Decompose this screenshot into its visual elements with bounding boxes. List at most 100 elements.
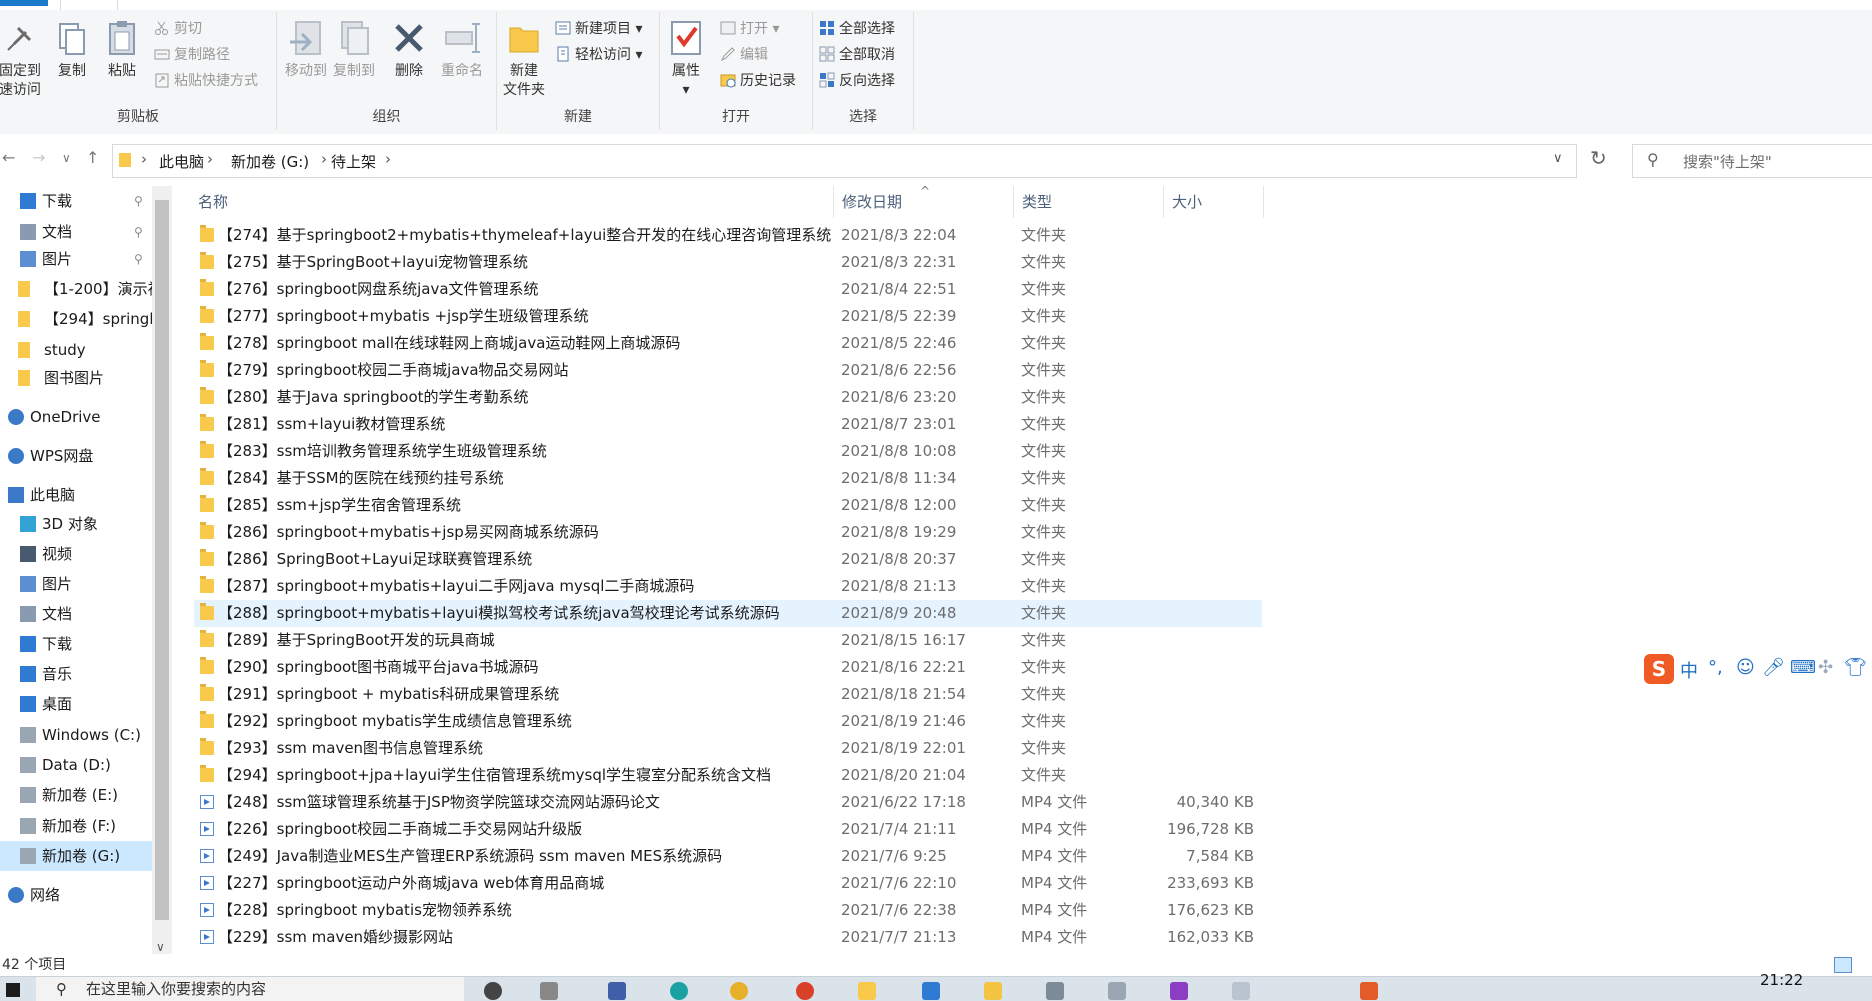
file-explorer-icon[interactable] <box>858 982 876 1000</box>
nav-item[interactable]: 视频 <box>0 539 152 569</box>
folder-row[interactable]: 【286】springboot+mybatis+jsp易买网商城系统源码 2021… <box>194 519 1262 546</box>
folder-row[interactable]: 【279】springboot校园二手商城java物品交易网站 2021/8/6 … <box>194 357 1262 384</box>
nav-item[interactable]: Data (D:) <box>0 750 152 780</box>
nav-item[interactable]: 新加卷 (F:) <box>0 811 152 841</box>
search-input[interactable]: 搜索"待上架" <box>1683 151 1772 172</box>
folder-row[interactable]: 【277】springboot+mybatis +jsp学生班级管理系统 2021… <box>194 303 1262 330</box>
paste-button[interactable]: 粘贴 <box>102 18 142 81</box>
back-arrow-icon[interactable]: ← <box>2 148 15 167</box>
search-box[interactable]: ⚲ 搜索"待上架" <box>1632 144 1872 178</box>
nav-item[interactable]: Windows (C:) <box>0 720 152 750</box>
rename-button[interactable]: 重命名 <box>437 18 487 81</box>
copy-path-button[interactable]: 复制路径 <box>154 44 230 66</box>
nav-scrollbar-thumb[interactable] <box>155 200 169 920</box>
nav-item[interactable]: 文档 <box>0 599 152 629</box>
nav-item[interactable]: 桌面 <box>0 689 152 719</box>
breadcrumb-current-folder[interactable]: 待上架 <box>331 151 376 172</box>
column-header-type[interactable]: 类型 <box>1014 186 1164 218</box>
nav-item[interactable]: study <box>0 335 152 365</box>
move-to-button[interactable]: 移动到 <box>283 18 329 81</box>
nav-item[interactable]: 图片 ⚲ <box>0 244 152 274</box>
folder-row[interactable]: 【294】springboot+jpa+layui学生住宿管理系统mysql学生… <box>194 762 1262 789</box>
file-row[interactable]: 【227】springboot运动户外商城java web体育用品商城 2021/… <box>194 870 1262 897</box>
copy-to-button[interactable]: 复制到 <box>331 18 377 81</box>
refresh-icon[interactable]: ↻ <box>1590 146 1607 170</box>
file-row[interactable]: 【226】springboot校园二手商城二手交易网站升级版 2021/7/4 2… <box>194 816 1262 843</box>
folder-row[interactable]: 【289】基于SpringBoot开发的玩具商城 2021/8/15 16:17 文… <box>194 627 1262 654</box>
home-tab[interactable] <box>60 0 118 10</box>
nav-item[interactable]: 【294】springb <box>0 304 152 334</box>
file-row[interactable]: 【229】ssm maven婚纱摄影网站 2021/7/7 21:13 MP4 文件… <box>194 924 1262 951</box>
edit-button[interactable]: 编辑 <box>720 44 768 66</box>
nav-item[interactable]: 此电脑 <box>0 480 152 510</box>
pin-quick-access-button[interactable]: 固定到 速访问 <box>0 18 46 100</box>
folder-row[interactable]: 【290】springboot图书商城平台java书城源码 2021/8/16 2… <box>194 654 1262 681</box>
column-header-size[interactable]: 大小 <box>1164 186 1264 218</box>
nav-item[interactable]: 【1-200】演示视 <box>0 274 152 304</box>
nav-item[interactable]: 下载 <box>0 629 152 659</box>
open-button[interactable]: 打开 ▾ <box>720 18 779 40</box>
up-arrow-icon[interactable]: ↑ <box>86 148 99 167</box>
folder-row[interactable]: 【286】SpringBoot+Layui足球联赛管理系统 2021/8/8 20… <box>194 546 1262 573</box>
nav-item[interactable]: OneDrive <box>0 402 152 432</box>
address-bar[interactable]: › 此电脑 › 新加卷 (G:) › 待上架 › ∨ <box>112 144 1577 178</box>
taskbar-app-icon[interactable] <box>540 982 558 1000</box>
taskbar-app-icon[interactable] <box>1170 982 1188 1000</box>
nav-item[interactable]: 图书图片 <box>0 363 152 393</box>
ime-mode-label[interactable]: 中 <box>1680 657 1698 683</box>
taskbar-app-icon[interactable] <box>1360 982 1378 1000</box>
select-all-button[interactable]: 全部选择 <box>819 18 895 40</box>
nav-item[interactable]: 下载 ⚲ <box>0 186 152 216</box>
column-header-name[interactable]: 名称 <box>190 186 834 218</box>
folder-row[interactable]: 【274】基于springboot2+mybatis+thymeleaf+lay… <box>194 222 1262 249</box>
nav-item[interactable]: 文档 ⚲ <box>0 217 152 247</box>
file-row[interactable]: 【228】springboot mybatis宠物领养系统 2021/7/6 22… <box>194 897 1262 924</box>
folder-row[interactable]: 【276】springboot网盘系统java文件管理系统 2021/8/4 22… <box>194 276 1262 303</box>
ime-punctuation-label[interactable]: °, <box>1708 657 1723 678</box>
folder-row[interactable]: 【284】基于SSM的医院在线预约挂号系统 2021/8/8 11:34 文件夹 <box>194 465 1262 492</box>
toolbox-icon[interactable]: ✣ <box>1818 657 1833 678</box>
nav-item[interactable]: 新加卷 (G:) <box>0 841 152 871</box>
taskbar-app-icon[interactable] <box>1232 982 1250 1000</box>
taskbar-clock[interactable]: 21:22 <box>1760 971 1803 989</box>
nav-item[interactable]: 图片 <box>0 569 152 599</box>
folder-row[interactable]: 【291】springboot + mybatis科研成果管理系统 2021/8/… <box>194 681 1262 708</box>
folder-row[interactable]: 【275】基于SpringBoot+layui宠物管理系统 2021/8/3 22… <box>194 249 1262 276</box>
sogou-logo-icon[interactable]: S <box>1644 654 1674 684</box>
select-none-button[interactable]: 全部取消 <box>819 44 895 66</box>
history-button[interactable]: 历史记录 <box>720 70 796 92</box>
file-row[interactable]: 【248】ssm篮球管理系统基于JSP物资学院篮球交流网站源码论文 2021/6/… <box>194 789 1262 816</box>
folder-row[interactable]: 【287】springboot+mybatis+layui二手网java mys… <box>194 573 1262 600</box>
taskbar-app-icon[interactable] <box>922 982 940 1000</box>
folder-row[interactable]: 【281】ssm+layui教材管理系统 2021/8/7 23:01 文件夹 <box>194 411 1262 438</box>
folder-row[interactable]: 【292】springboot mybatis学生成绩信息管理系统 2021/8/… <box>194 708 1262 735</box>
folder-row[interactable]: 【283】ssm培训教务管理系统学生班级管理系统 2021/8/8 10:08 文件… <box>194 438 1262 465</box>
breadcrumb-this-pc[interactable]: 此电脑 <box>159 151 204 172</box>
properties-button[interactable]: 属性 ▾ <box>666 18 706 100</box>
taskbar-search-box[interactable]: ⚲ 在这里输入你要搜索的内容 <box>36 977 464 1001</box>
new-item-button[interactable]: 新建项目 ▾ <box>555 18 642 40</box>
taskbar-app-icon[interactable] <box>984 982 1002 1000</box>
file-tab[interactable] <box>0 0 48 6</box>
nav-item[interactable]: 新加卷 (E:) <box>0 780 152 810</box>
nav-item[interactable]: 网络 <box>0 880 152 910</box>
folder-row[interactable]: 【280】基于Java springboot的学生考勤系统 2021/8/6 23… <box>194 384 1262 411</box>
task-view-icon[interactable] <box>484 982 502 1000</box>
details-view-icon[interactable] <box>1834 957 1852 973</box>
emoji-icon[interactable]: ☺ <box>1736 657 1755 678</box>
delete-button[interactable]: 删除 <box>389 18 429 81</box>
paste-shortcut-button[interactable]: 粘贴快捷方式 <box>154 70 258 92</box>
folder-row[interactable]: 【278】springboot mall在线球鞋网上商城java运动鞋网上商城源… <box>194 330 1262 357</box>
copy-button[interactable]: 复制 <box>52 18 92 81</box>
microphone-icon[interactable]: 🎤︎ <box>1762 657 1785 678</box>
folder-row[interactable]: 【285】ssm+jsp学生宿舍管理系统 2021/8/8 12:00 文件夹 <box>194 492 1262 519</box>
forward-arrow-icon[interactable]: → <box>32 148 45 167</box>
recent-locations-chevron-icon[interactable]: ∨ <box>62 151 71 165</box>
breadcrumb-drive-g[interactable]: 新加卷 (G:) <box>231 151 309 172</box>
chrome-browser-icon[interactable] <box>730 982 748 1000</box>
taskbar-app-icon[interactable] <box>796 982 814 1000</box>
file-row[interactable]: 【249】Java制造业MES生产管理ERP系统源码 ssm maven MES… <box>194 843 1262 870</box>
cut-button[interactable]: 剪切 <box>154 18 202 40</box>
new-folder-button[interactable]: 新建 文件夹 <box>501 18 547 100</box>
invert-selection-button[interactable]: 反向选择 <box>819 70 895 92</box>
